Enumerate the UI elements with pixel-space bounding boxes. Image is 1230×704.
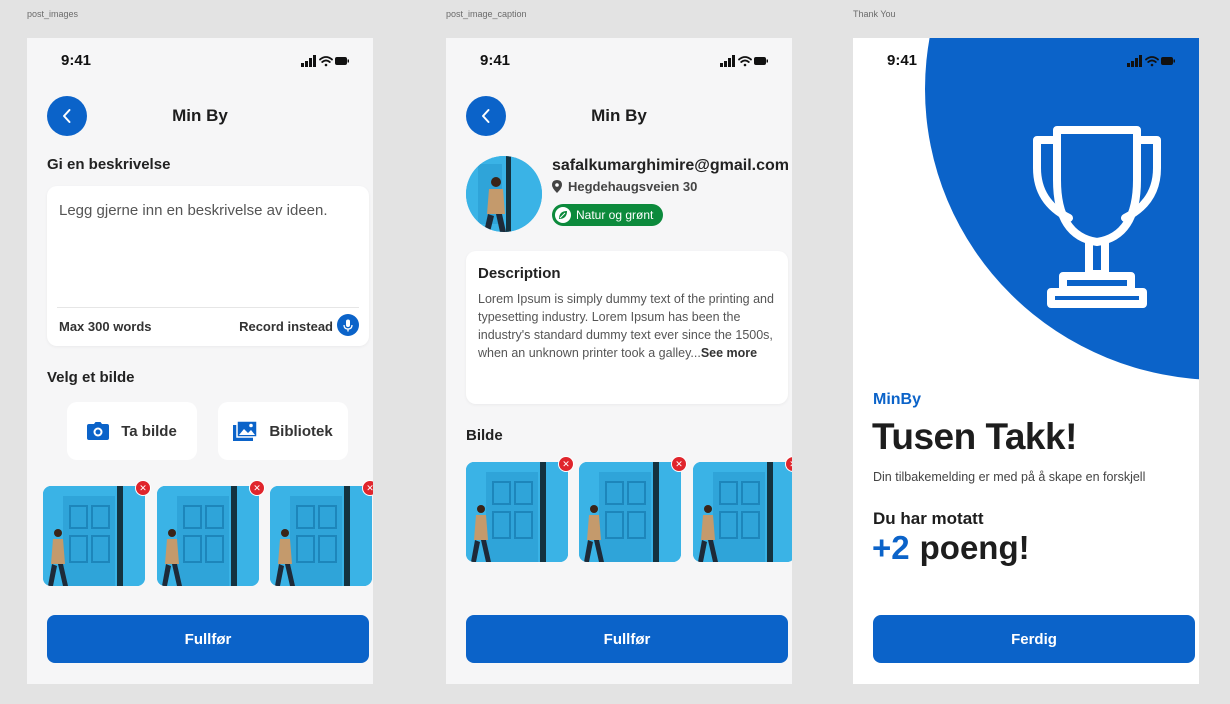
battery-icon	[754, 57, 768, 65]
photo-thumbnail	[157, 486, 259, 586]
status-icons	[720, 55, 768, 67]
remove-image-button[interactable]: ✕	[558, 456, 574, 472]
page-title: Min By	[591, 106, 647, 125]
battery-icon	[335, 57, 349, 65]
microphone-icon	[343, 319, 353, 331]
frame-label-thank-you: Thank You	[853, 9, 896, 19]
location-pin-icon	[552, 180, 562, 193]
status-bar: 9:41	[446, 52, 792, 72]
status-time: 9:41	[887, 52, 918, 69]
wifi-icon	[738, 56, 752, 67]
screen-post-images: 9:41 Min By Gi en beskrivelse Legg gjern…	[27, 38, 373, 684]
word-limit-label: Max 300 words	[59, 319, 152, 334]
submit-button[interactable]: Fullfør	[466, 615, 788, 663]
status-time: 9:41	[480, 52, 511, 69]
description-placeholder: Legg gjerne inn en beskrivelse av ideen.	[59, 202, 328, 219]
thank-you-title: Tusen Takk!	[872, 416, 1077, 457]
door-photo	[157, 486, 259, 586]
take-photo-label: Ta bilde	[121, 422, 177, 440]
category-badge: Natur og grønt	[552, 204, 664, 226]
photo-thumbnail	[466, 462, 568, 562]
thumbnail[interactable]: ✕	[693, 456, 792, 562]
battery-icon	[1161, 57, 1175, 65]
remove-image-button[interactable]: ✕	[362, 480, 373, 496]
description-input[interactable]: Legg gjerne inn en beskrivelse av ideen.…	[47, 186, 369, 346]
gallery-icon	[233, 421, 258, 441]
image-heading: Bilde	[466, 427, 503, 444]
page-title: Min By	[172, 106, 228, 125]
divider	[57, 307, 359, 308]
done-button[interactable]: Ferdig	[873, 615, 1195, 663]
microphone-button[interactable]	[337, 314, 359, 336]
image-heading: Velg et bilde	[47, 369, 135, 386]
remove-image-button[interactable]: ✕	[249, 480, 265, 496]
status-icons	[1127, 55, 1175, 67]
frame-label-post-images: post_images	[27, 9, 79, 19]
photo-thumbnail	[693, 462, 792, 562]
leaf-icon	[555, 207, 571, 223]
frame-label-post-image-caption: post_image_caption	[446, 9, 527, 19]
remove-image-button[interactable]: ✕	[135, 480, 151, 496]
brand-name: MinBy	[873, 391, 921, 408]
door-photo	[270, 486, 372, 586]
thumbnail[interactable]: ✕	[579, 456, 687, 562]
library-button[interactable]: Bibliotek	[218, 402, 348, 460]
thank-you-subtitle: Din tilbakemelding er med på å skape en …	[873, 470, 1146, 484]
description-heading: Description	[478, 265, 561, 282]
points-word: poeng!	[919, 529, 1030, 566]
see-more-link[interactable]: See more	[701, 346, 757, 360]
door-photo	[693, 462, 792, 562]
door-photo	[579, 462, 681, 562]
status-bar: 9:41	[853, 52, 1199, 72]
avatar	[466, 156, 542, 232]
received-label: Du har motatt	[873, 509, 984, 528]
signal-icon	[1127, 55, 1142, 67]
submit-button[interactable]: Fullfør	[47, 615, 369, 663]
trophy-icon	[1033, 126, 1161, 308]
description-card: Description Lorem Ipsum is simply dummy …	[466, 251, 788, 404]
thumbnail[interactable]: ✕	[157, 480, 265, 586]
door-photo	[466, 462, 568, 562]
category-label: Natur og grønt	[576, 208, 654, 222]
remove-image-button[interactable]: ✕	[671, 456, 687, 472]
status-bar: 9:41	[27, 52, 373, 72]
library-label: Bibliotek	[269, 422, 333, 440]
signal-icon	[301, 55, 316, 67]
thumbnail[interactable]: ✕	[270, 480, 373, 586]
points-value: +2	[872, 529, 910, 566]
thumbnail[interactable]: ✕	[466, 456, 574, 562]
screen-post-image-caption: 9:41 Min By safalkumarghimire@gmail.com …	[446, 38, 792, 684]
photo-thumbnail	[43, 486, 145, 586]
record-instead-link[interactable]: Record instead	[239, 319, 333, 334]
wifi-icon	[319, 56, 333, 67]
user-email: safalkumarghimire@gmail.com	[552, 157, 790, 174]
thumbnail[interactable]: ✕	[43, 480, 151, 586]
user-address: Hegdehaugsveien 30	[552, 179, 697, 194]
status-time: 9:41	[61, 52, 92, 69]
photo-thumbnail	[270, 486, 372, 586]
points-earned: +2 poeng!	[872, 529, 1030, 567]
door-photo	[43, 486, 145, 586]
take-photo-button[interactable]: Ta bilde	[67, 402, 197, 460]
camera-icon	[87, 422, 110, 440]
status-icons	[301, 55, 349, 67]
photo-thumbnail	[579, 462, 681, 562]
address-text: Hegdehaugsveien 30	[568, 179, 698, 194]
signal-icon	[720, 55, 735, 67]
avatar-photo	[466, 156, 542, 232]
description-text: Lorem Ipsum is simply dummy text of the …	[478, 290, 776, 362]
wifi-icon	[1145, 56, 1159, 67]
screen-thank-you: 9:41 MinBy Tusen Takk! Din tilbakemeldin…	[853, 38, 1199, 684]
description-heading: Gi en beskrivelse	[47, 156, 171, 173]
